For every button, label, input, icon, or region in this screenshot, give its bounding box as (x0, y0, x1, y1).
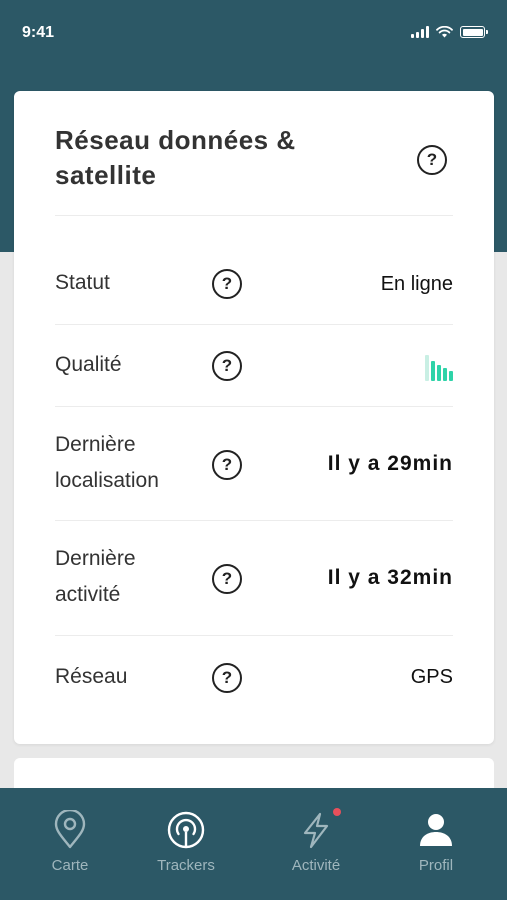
title-help-icon[interactable]: ? (417, 145, 447, 175)
status-help-icon[interactable]: ? (212, 269, 242, 299)
divider (55, 635, 453, 636)
network-help-icon[interactable]: ? (212, 663, 242, 693)
last-location-help-icon[interactable]: ? (212, 450, 242, 480)
last-location-label: Dernière localisation (55, 427, 159, 499)
network-card: Réseau données & satellite ? Statut ? En… (14, 91, 494, 744)
wifi-icon (436, 26, 453, 38)
status-label: Statut (55, 271, 110, 294)
last-activity-label: Dernière activité (55, 541, 136, 613)
tab-carte-label: Carte (51, 857, 89, 874)
tab-activite[interactable]: Activité (266, 788, 366, 900)
tab-activite-label: Activité (291, 857, 341, 874)
card-title: Réseau données & satellite (55, 125, 296, 190)
last-activity-value: Il y a 32min (327, 566, 453, 589)
quality-bar (437, 365, 441, 381)
quality-label: Qualité (55, 353, 122, 376)
quality-bar (431, 361, 435, 381)
map-pin-icon (54, 810, 86, 849)
last-activity-label-line1: Dernière (55, 547, 136, 570)
quality-bar (443, 368, 447, 381)
status-time: 9:41 (22, 24, 55, 41)
last-location-label-line1: Dernière (55, 433, 136, 456)
divider (55, 215, 453, 216)
network-value: GPS (410, 666, 453, 688)
user-icon (420, 814, 452, 846)
last-location-value: Il y a 29min (327, 452, 453, 475)
last-activity-help-icon[interactable]: ? (212, 564, 242, 594)
divider (55, 520, 453, 521)
tab-profil[interactable]: Profil (386, 788, 486, 900)
status-icons (411, 26, 488, 38)
signal-icon (411, 26, 429, 38)
signal-quality-icon (425, 355, 453, 381)
last-activity-label-line2: activité (55, 583, 121, 606)
quality-bar (425, 355, 429, 381)
lightning-icon (303, 812, 329, 849)
last-location-label-line2: localisation (55, 469, 159, 492)
quality-bar (449, 371, 453, 381)
status-bar: 9:41 (0, 0, 507, 66)
battery-icon (460, 26, 488, 38)
tracker-icon (167, 811, 205, 849)
tab-trackers-label: Trackers (157, 857, 215, 874)
divider (55, 324, 453, 325)
quality-help-icon[interactable]: ? (212, 351, 242, 381)
divider (55, 406, 453, 407)
tab-profil-label: Profil (418, 857, 454, 874)
status-value: En ligne (380, 273, 453, 295)
network-label: Réseau (55, 665, 128, 688)
tab-carte[interactable]: Carte (20, 788, 120, 900)
notification-badge (333, 808, 341, 816)
tab-trackers[interactable]: Trackers (136, 788, 236, 900)
tab-bar: Carte Trackers Activité Profil (0, 788, 507, 900)
